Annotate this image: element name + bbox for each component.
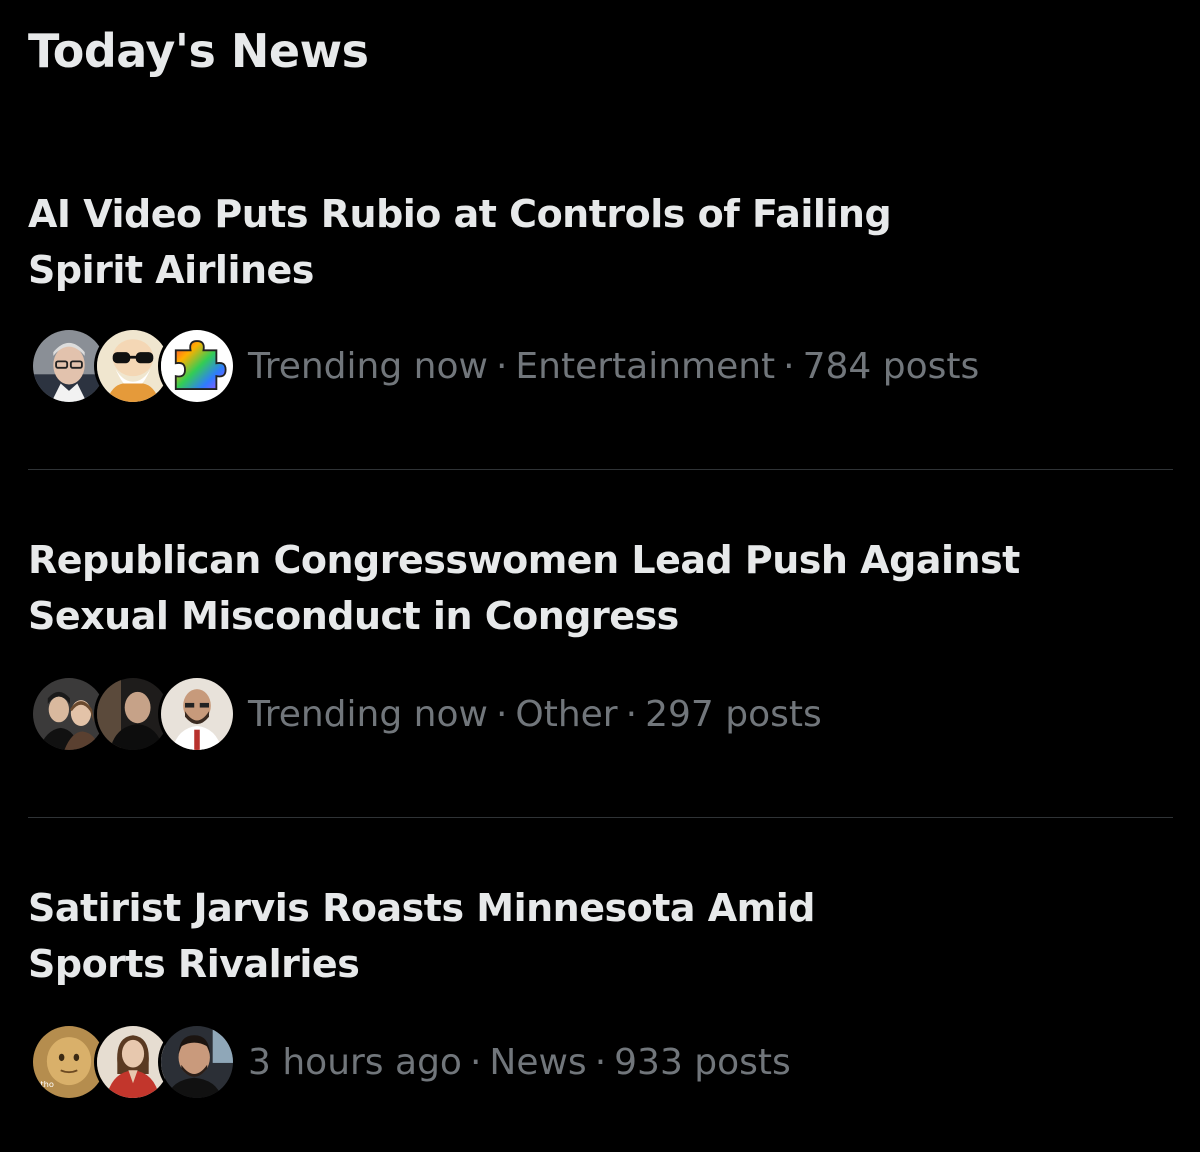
news-meta: Trending now · Other · 297 posts [248,694,822,735]
avatar-stack [28,672,236,756]
news-meta-row: Trending now · Entertainment · 784 posts [28,324,979,408]
meta-separator: · [469,1041,482,1083]
bald-man-speaking-avatar [158,675,236,753]
news-headline[interactable]: Republican Congresswomen Lead Push Again… [28,532,1128,644]
headline-line: Republican Congresswomen Lead Push Again… [28,538,1020,582]
news-post-count: 933 posts [614,1041,791,1083]
headline-line: Spirit Airlines [28,248,314,292]
meta-separator: · [783,345,795,387]
news-meta-row: tho 3 hours ago · News · 933 posts [28,1020,791,1104]
avatar-stack: tho [28,1020,236,1104]
headline-line: Satirist Jarvis Roasts Minnesota Amid [28,886,816,930]
news-post-count: 297 posts [645,693,822,735]
news-post-count: 784 posts [802,345,980,387]
headline-line: Sexual Misconduct in Congress [28,594,679,638]
headline-line: AI Video Puts Rubio at Controls of Faili… [28,192,892,236]
avatar-stack [28,324,236,408]
news-headline[interactable]: Satirist Jarvis Roasts Minnesota Amid Sp… [28,880,1128,992]
news-time: Trending now [248,693,488,735]
news-headline[interactable]: AI Video Puts Rubio at Controls of Faili… [28,186,1128,298]
divider [28,469,1173,470]
news-meta-row: Trending now · Other · 297 posts [28,672,822,756]
news-category: Other [515,693,618,735]
divider [28,817,1173,818]
meta-separator: · [495,345,508,387]
meta-separator: · [495,693,508,735]
meta-separator: · [625,693,638,735]
meta-separator: · [594,1041,607,1083]
news-time: Trending now [248,345,488,387]
news-meta: 3 hours ago · News · 933 posts [248,1042,791,1083]
news-meta: Trending now · Entertainment · 784 posts [248,346,979,387]
news-category: Entertainment [515,345,776,387]
news-category: News [489,1041,587,1083]
news-time: 3 hours ago [248,1041,462,1083]
headline-line: Sports Rivalries [28,942,360,986]
rainbow-puzzle-piece-avatar [158,327,236,405]
page-title: Today's News [28,24,369,78]
avatar-caption: tho [40,1079,54,1089]
man-in-car-avatar [158,1023,236,1101]
